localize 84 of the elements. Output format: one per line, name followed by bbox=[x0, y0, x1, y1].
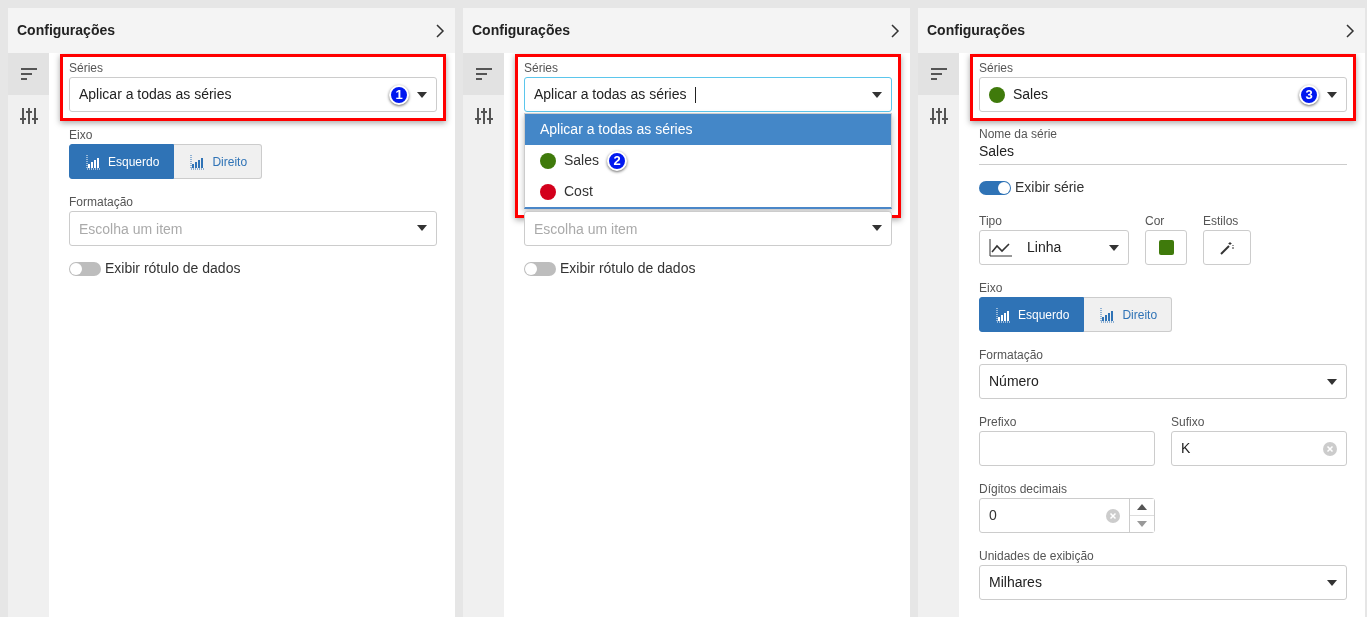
dropdown-option[interactable]: Aplicar a todas as séries bbox=[525, 114, 891, 145]
field-label: Formatação bbox=[979, 348, 1045, 362]
switch-label: Exibir série bbox=[1015, 178, 1085, 197]
field-label: Eixo bbox=[69, 128, 94, 142]
select-value: Sales bbox=[1013, 85, 1049, 104]
toggle-switch[interactable] bbox=[69, 261, 101, 276]
select-value: Aplicar a todas as séries bbox=[534, 85, 688, 104]
select-value: Linha bbox=[1027, 238, 1063, 257]
bar-chart-icon bbox=[996, 306, 1012, 323]
select-field[interactable]: Sales 3 bbox=[979, 77, 1347, 112]
bar-chart-icon bbox=[1100, 306, 1117, 323]
caret-icon bbox=[1327, 91, 1337, 98]
toggle-switch[interactable] bbox=[979, 180, 1011, 195]
select-value: Número bbox=[989, 372, 1040, 391]
switch-label: Exibir rótulo de dados bbox=[105, 259, 241, 278]
sort-lines-tab[interactable] bbox=[463, 53, 504, 95]
axis-option[interactable]: Esquerdo bbox=[979, 297, 1085, 332]
sort-lines-icon bbox=[475, 68, 492, 80]
field-label: Cor bbox=[1145, 214, 1166, 228]
panel-title: Configurações bbox=[472, 21, 570, 40]
field-label: Tipo bbox=[979, 214, 1003, 228]
toggle-switch[interactable] bbox=[524, 261, 556, 276]
axis-option[interactable]: Esquerdo bbox=[69, 144, 175, 179]
select-field[interactable]: Número bbox=[979, 364, 1347, 399]
sliders-icon bbox=[929, 108, 948, 124]
field-label: Séries bbox=[524, 61, 559, 75]
callout-badge: 2 bbox=[607, 150, 628, 171]
field-label: Eixo bbox=[979, 281, 1004, 295]
field-label: Unidades de exibição bbox=[979, 549, 1095, 563]
option-text: Cost bbox=[564, 182, 593, 201]
field-label: Prefixo bbox=[979, 415, 1018, 429]
select-value: Aplicar a todas as séries bbox=[79, 85, 232, 104]
chevron-right-icon[interactable] bbox=[891, 23, 900, 38]
field-label: Dígitos decimais bbox=[979, 482, 1069, 496]
text-field[interactable]: K bbox=[1171, 431, 1347, 466]
panel-title: Configurações bbox=[927, 21, 1025, 40]
bar-chart-icon bbox=[190, 153, 207, 170]
caret-icon bbox=[1327, 378, 1337, 385]
text-field[interactable]: Sales bbox=[979, 143, 1347, 165]
field-label: Nome da série bbox=[979, 127, 1059, 141]
select-field[interactable]: Aplicar a todas as séries bbox=[524, 77, 892, 112]
caret-icon bbox=[872, 91, 882, 98]
select-field[interactable]: Aplicar a todas as séries 1 bbox=[69, 77, 437, 112]
field-value: K bbox=[1181, 439, 1192, 458]
axis-option[interactable]: Direito bbox=[174, 144, 263, 179]
field-label: Sufixo bbox=[1171, 415, 1206, 429]
sort-lines-tab[interactable] bbox=[8, 53, 49, 95]
magic-wand-icon bbox=[1220, 240, 1234, 255]
chevron-right-icon[interactable] bbox=[1346, 23, 1355, 38]
dropdown-option[interactable]: Sales 2 bbox=[525, 145, 891, 176]
option-text: Aplicar a todas as séries bbox=[540, 120, 693, 139]
field-label: Estilos bbox=[1203, 214, 1240, 228]
sort-lines-tab[interactable] bbox=[918, 53, 959, 95]
text-field[interactable] bbox=[979, 431, 1155, 466]
select-field[interactable]: Escolha um item bbox=[524, 211, 892, 246]
option-text: Sales bbox=[564, 151, 600, 170]
caret-icon bbox=[417, 91, 427, 98]
color-button[interactable] bbox=[1145, 230, 1187, 265]
panel-title: Configurações bbox=[17, 21, 115, 40]
callout-badge: 1 bbox=[389, 84, 409, 105]
caret-icon bbox=[1109, 244, 1119, 251]
caret-icon bbox=[872, 225, 882, 231]
field-label: Formatação bbox=[69, 195, 135, 209]
styles-button[interactable] bbox=[1203, 230, 1251, 265]
axis-option[interactable]: Direito bbox=[1084, 297, 1173, 332]
sort-lines-icon bbox=[20, 68, 37, 80]
caret-icon bbox=[417, 225, 427, 231]
field-label: Séries bbox=[979, 61, 1014, 75]
type-select[interactable]: Linha bbox=[979, 230, 1129, 265]
select-field[interactable]: Milhares bbox=[979, 565, 1347, 600]
select-value: Milhares bbox=[989, 573, 1043, 592]
sliders-icon bbox=[19, 108, 38, 124]
text-cursor bbox=[694, 86, 696, 103]
field-label: Séries bbox=[69, 61, 104, 75]
sort-lines-icon bbox=[930, 68, 947, 80]
line-chart-icon bbox=[989, 238, 1013, 257]
select-field[interactable]: Escolha um item bbox=[69, 211, 437, 246]
bar-chart-icon bbox=[86, 153, 102, 170]
chevron-right-icon[interactable] bbox=[436, 23, 445, 38]
switch-label: Exibir rótulo de dados bbox=[560, 259, 696, 278]
dropdown-option[interactable]: Cost bbox=[525, 176, 891, 207]
caret-icon bbox=[1327, 579, 1337, 586]
sliders-icon bbox=[474, 108, 493, 124]
callout-badge: 3 bbox=[1299, 84, 1319, 105]
